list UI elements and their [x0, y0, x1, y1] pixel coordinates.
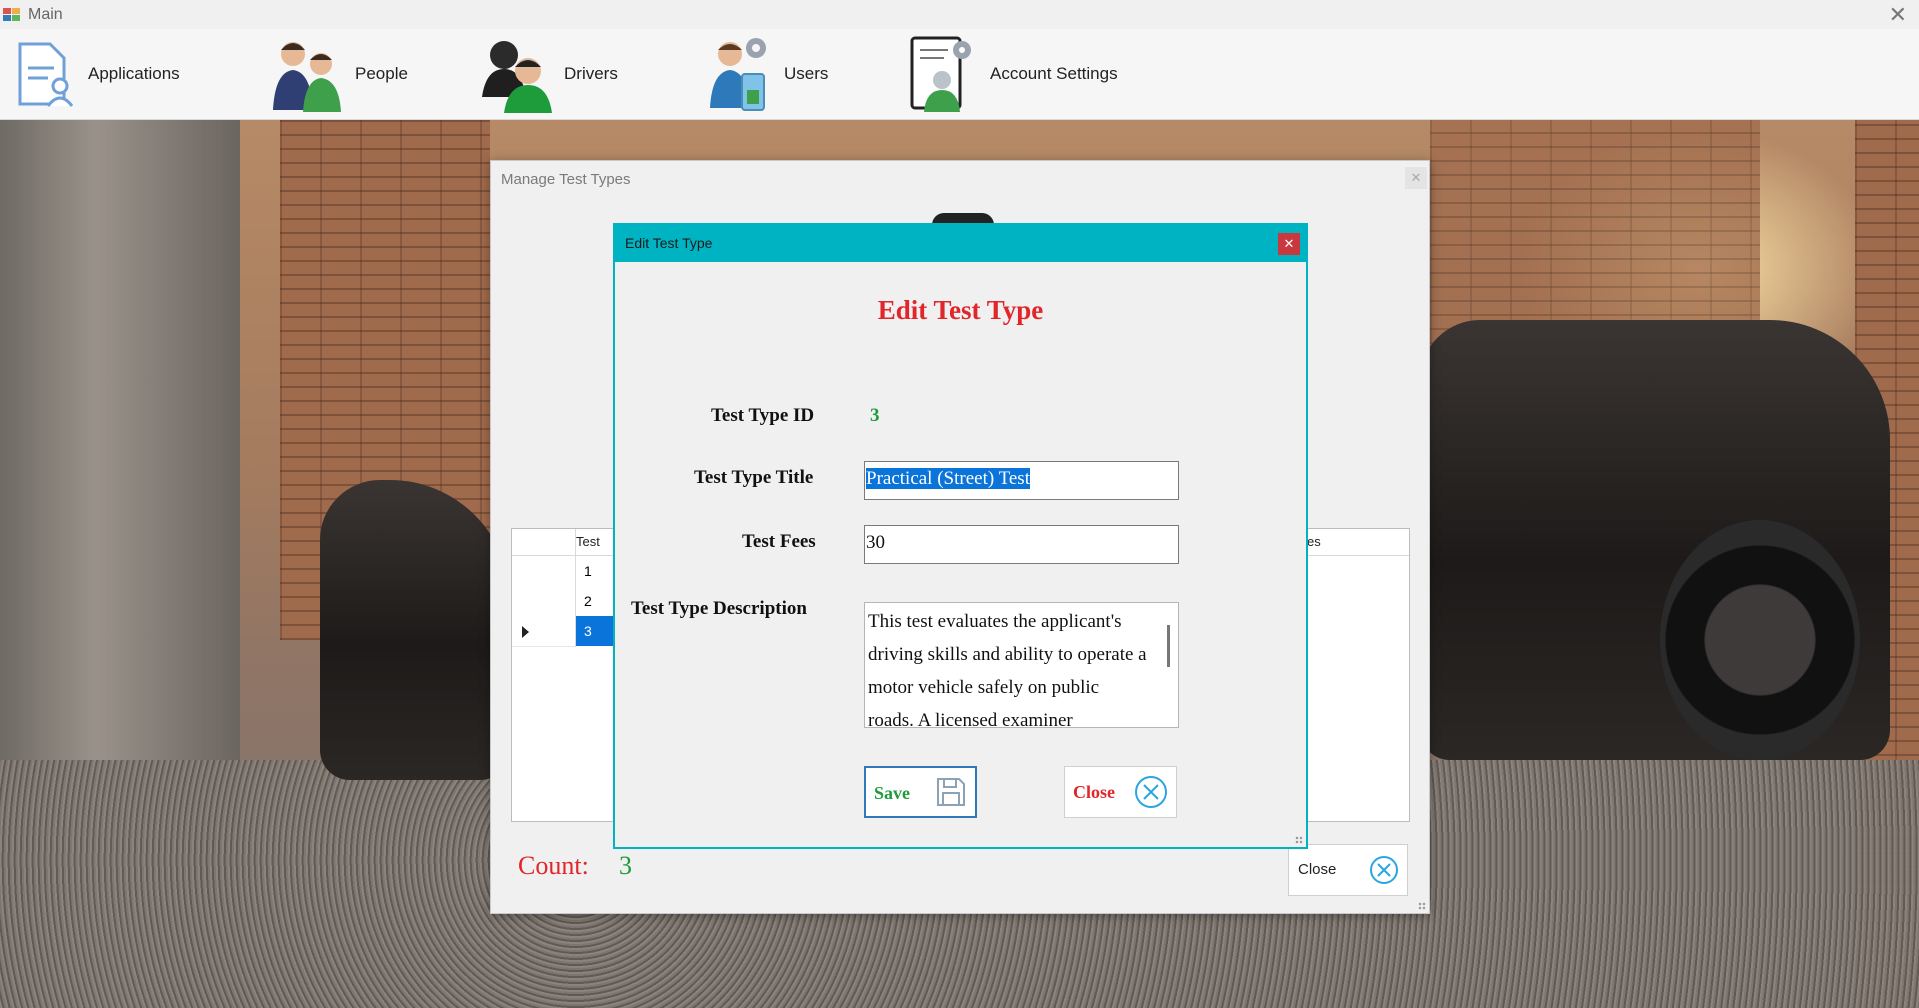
test-fees-label: Test Fees	[742, 531, 816, 552]
close-button[interactable]: Close	[1064, 766, 1177, 818]
close-label: Close	[1073, 782, 1115, 802]
row-header[interactable]	[512, 586, 576, 617]
close-circle-icon	[1135, 776, 1167, 808]
resize-grip[interactable]	[1418, 902, 1426, 910]
menu-label-account-settings: Account Settings	[990, 64, 1118, 83]
close-circle-icon	[1370, 856, 1398, 884]
menu-label-drivers: Drivers	[564, 64, 618, 83]
description-scrollbar[interactable]	[1167, 625, 1170, 667]
test-type-title-input[interactable]: Practical (Street) Test	[864, 461, 1179, 500]
manage-close-button[interactable]: Close	[1288, 844, 1408, 896]
count-value: 3	[619, 851, 632, 880]
menu-label-users: Users	[784, 64, 829, 83]
manage-window-title: Manage Test Types	[501, 171, 631, 188]
test-type-id-value: 3	[870, 405, 880, 426]
row-header[interactable]	[512, 616, 576, 647]
drivers-icon	[482, 41, 552, 113]
save-label: Save	[874, 783, 910, 803]
menu-item-drivers[interactable]: Drivers	[480, 29, 618, 119]
test-fees-value: 30	[866, 532, 885, 553]
account-settings-icon	[910, 36, 971, 112]
car-wheel	[1660, 520, 1860, 760]
manage-window-close-button[interactable]: ✕	[1405, 167, 1427, 189]
dialog-titlebar: Edit Test Type ✕	[615, 225, 1306, 262]
main-menu-bar: Applications People Drivers Users Accoun…	[0, 29, 1919, 120]
test-type-title-label: Test Type Title	[694, 467, 814, 488]
row-header[interactable]	[512, 556, 576, 587]
menu-item-people[interactable]: People	[265, 29, 408, 119]
menu-label-people: People	[355, 64, 408, 83]
manage-close-label: Close	[1298, 861, 1337, 878]
test-fees-input[interactable]: 30	[864, 525, 1179, 564]
save-button[interactable]: Save	[864, 766, 977, 818]
car-left	[320, 480, 510, 780]
test-type-description-value: This test evaluates the applicant's driv…	[868, 611, 1147, 728]
current-row-arrow-icon	[522, 626, 529, 638]
menu-item-applications[interactable]: Applications	[14, 29, 180, 119]
test-type-title-value: Practical (Street) Test	[866, 468, 1030, 489]
count-label: Count:	[518, 851, 589, 880]
menu-label-applications: Applications	[88, 64, 180, 83]
floppy-disk-icon	[937, 778, 965, 806]
test-type-id-label: Test Type ID	[711, 405, 815, 426]
users-icon	[710, 38, 766, 111]
grid-row-header-corner	[512, 529, 576, 555]
menu-item-account-settings[interactable]: Account Settings	[908, 29, 1118, 119]
grid-header-fees[interactable]: es	[1307, 534, 1321, 549]
test-type-description-input[interactable]: This test evaluates the applicant's driv…	[864, 602, 1179, 728]
dialog-heading: Edit Test Type	[877, 295, 1044, 325]
window-close-button[interactable]: ✕	[1889, 2, 1907, 28]
app-icon	[3, 8, 20, 21]
document-user-icon	[18, 42, 74, 107]
edit-test-type-dialog: Edit Test Type ✕ Edit Test Type Test Typ…	[613, 223, 1308, 849]
dialog-title: Edit Test Type	[625, 235, 713, 251]
dialog-close-button[interactable]: ✕	[1278, 233, 1300, 255]
main-titlebar: Main ✕	[0, 0, 1919, 29]
people-icon	[273, 42, 341, 112]
menu-item-users[interactable]: Users	[706, 29, 828, 119]
grid-header-id[interactable]: Test	[576, 534, 600, 549]
window-title: Main	[28, 6, 63, 23]
test-type-description-label: Test Type Description	[631, 598, 807, 619]
resize-grip[interactable]	[1295, 836, 1303, 844]
